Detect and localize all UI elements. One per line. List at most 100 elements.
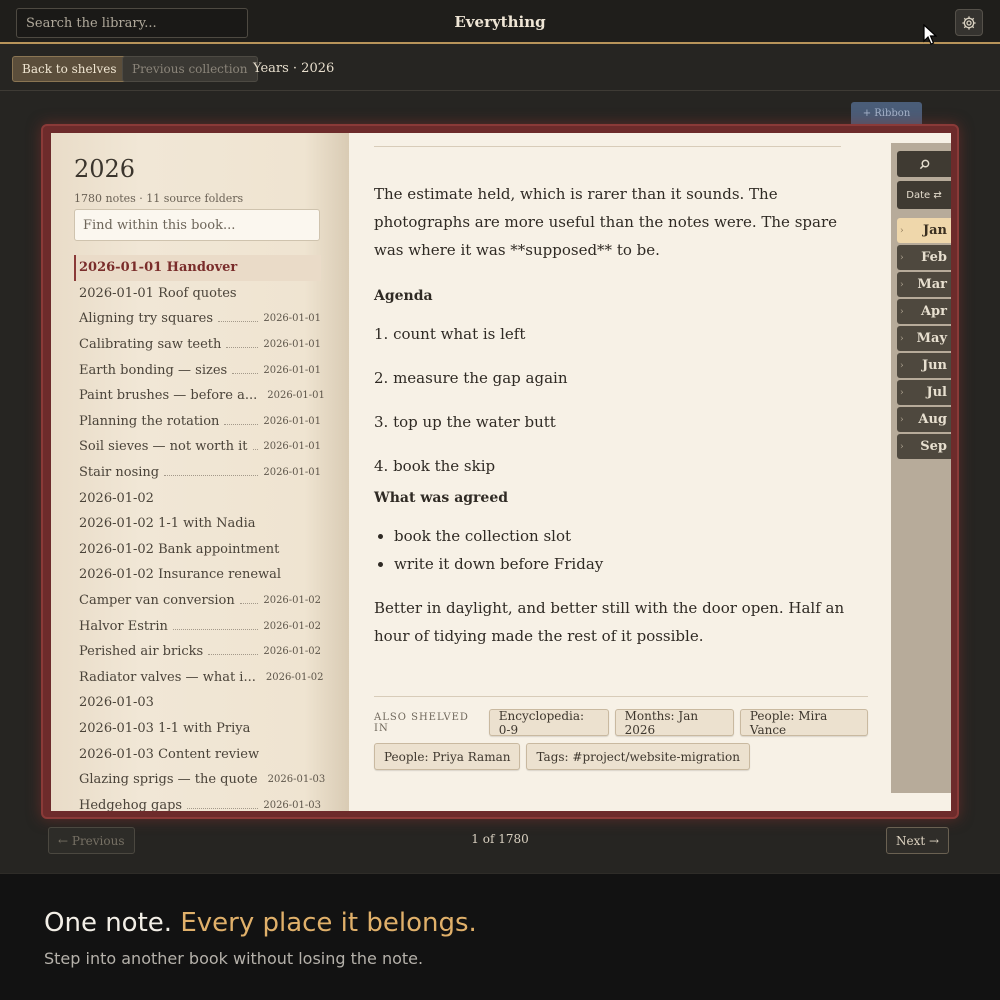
month-tab-label: Jun <box>921 358 947 373</box>
month-tab-jan[interactable]: › Jan <box>897 218 951 243</box>
note-list-item[interactable]: 2026-01-01 Handover <box>74 255 321 281</box>
note-title: Hedgehog gaps <box>79 797 183 811</box>
note-title: Earth bonding — sizes <box>79 362 228 378</box>
note-date: 2026-01-01 <box>267 390 325 402</box>
back-to-shelves-button[interactable]: Back to shelves <box>12 56 127 82</box>
month-tab-mar[interactable]: › Mar <box>897 272 951 297</box>
leader-dots <box>208 654 259 656</box>
note-list-item[interactable]: 2026-01-03 <box>74 690 321 716</box>
find-in-book-input[interactable] <box>74 209 320 241</box>
note-list-item[interactable]: Radiator valves — what i... 2026-01-02 <box>74 665 324 691</box>
shelf-chip[interactable]: Tags: #project/website-migration <box>526 743 750 770</box>
note-list-item[interactable]: Halvor Estrin 2026-01-02 <box>74 613 321 639</box>
note-title: Glazing sprigs — the quote <box>79 772 258 788</box>
leader-dots <box>187 807 259 809</box>
collection-bar: Back to shelves Previous collection Year… <box>0 46 1000 91</box>
note-date: 2026-01-03 <box>263 799 321 811</box>
note-list-item[interactable]: 2026-01-02 Bank appointment <box>74 537 321 563</box>
month-tab-sep[interactable]: › Sep <box>897 434 951 459</box>
leader-dots <box>239 603 259 605</box>
chevron-right-icon: › <box>900 279 904 290</box>
month-tab-aug[interactable]: › Aug <box>897 407 951 432</box>
note-title: 2026-01-03 1-1 with Priya <box>79 720 251 736</box>
note-list-item[interactable]: Aligning try squares 2026-01-01 <box>74 306 321 332</box>
note-list-item[interactable]: Camper van conversion 2026-01-02 <box>74 588 321 614</box>
month-rail: Date ⇄ › Jan › Feb › Mar › Apr › May › Jun › Jul › Aug ›… <box>891 143 951 793</box>
note-list-item[interactable]: 2026-01-03 1-1 with Priya <box>74 716 321 742</box>
agenda-heading: Agenda <box>374 288 433 304</box>
book-left-page: 2026 1780 notes · 11 source folders 2026… <box>51 133 349 811</box>
note-title: Aligning try squares <box>79 311 213 327</box>
note-list-item[interactable]: Planning the rotation 2026-01-01 <box>74 409 321 435</box>
next-note-button[interactable]: Next → <box>886 827 950 854</box>
app-title: Everything <box>454 13 546 31</box>
note-date: 2026-01-01 <box>263 415 321 427</box>
mouse-cursor-icon <box>923 24 937 45</box>
month-tab-jun[interactable]: › Jun <box>897 353 951 378</box>
leader-dots <box>218 321 259 323</box>
note-date: 2026-01-01 <box>263 313 321 325</box>
note-title: 2026-01-02 Insurance renewal <box>79 567 282 583</box>
note-intro: The estimate held, which is rarer than i… <box>374 185 837 259</box>
note-list-item[interactable]: 2026-01-01 Roof quotes <box>74 281 321 307</box>
note-list-item[interactable]: Paint brushes — before a... 2026-01-01 <box>74 383 325 409</box>
note-title: Perished air bricks <box>79 644 204 660</box>
shelf-chip[interactable]: Months: Jan 2026 <box>614 709 734 737</box>
leader-dots <box>172 628 259 630</box>
chevron-right-icon: › <box>900 360 904 371</box>
month-tabs: › Jan › Feb › Mar › Apr › May › Jun › Jul › Aug › Sep <box>897 218 951 461</box>
month-tab-label: Jan <box>922 223 947 238</box>
gear-icon <box>962 15 976 30</box>
promo-subtitle: Step into another book without losing th… <box>44 949 424 968</box>
month-tab-label: Feb <box>921 250 947 265</box>
note-list-item[interactable]: Calibrating saw teeth 2026-01-01 <box>74 332 321 358</box>
chevron-right-icon: › <box>900 333 904 344</box>
note-list-item[interactable]: Stair nosing 2026-01-01 <box>74 460 321 486</box>
date-sort-toggle[interactable]: Date ⇄ <box>897 181 951 209</box>
chevron-right-icon: › <box>900 306 904 317</box>
leader-dots <box>252 449 259 451</box>
note-list-item[interactable]: Perished air bricks 2026-01-02 <box>74 639 321 665</box>
book-meta: 1780 notes · 11 source folders <box>74 192 244 205</box>
shelf-chip[interactable]: People: Priya Raman <box>374 743 521 770</box>
ribbon-tab[interactable]: + Ribbon <box>851 102 922 132</box>
note-date: 2026-01-03 <box>267 774 326 786</box>
note-title: Calibrating saw teeth <box>79 337 222 353</box>
note-title: 2026-01-02 1-1 with Nadia <box>79 516 256 532</box>
leader-dots <box>226 347 259 349</box>
settings-button[interactable] <box>955 9 983 36</box>
shelf-chip[interactable]: Encyclopedia: 0-9 <box>488 709 609 737</box>
note-title: Halvor Estrin <box>79 618 168 634</box>
note-date: 2026-01-01 <box>263 364 321 376</box>
note-list-item[interactable]: 2026-01-03 Content review <box>74 741 321 767</box>
book-title: 2026 <box>74 155 136 183</box>
note-date: 2026-01-02 <box>263 620 321 632</box>
rail-search-button[interactable] <box>897 151 951 177</box>
book: 2026 1780 notes · 11 source folders 2026… <box>41 124 959 819</box>
note-date: 2026-01-02 <box>263 646 321 658</box>
promo-banner: One note. Every place it belongs. Step i… <box>0 873 1000 1000</box>
note-list-item[interactable]: Hedgehog gaps 2026-01-03 <box>74 792 321 811</box>
note-list: 2026-01-01 Handover 2026-01-01 Roof quote… <box>74 255 325 811</box>
agreed-item: write it down before Friday <box>394 550 870 578</box>
note-title: 2026-01-01 Roof quotes <box>79 285 237 301</box>
month-tab-jul[interactable]: › Jul <box>897 380 951 405</box>
note-list-item[interactable]: Soil sieves — not worth it 2026-01-01 <box>74 434 321 460</box>
note-list-item[interactable]: Earth bonding — sizes 2026-01-01 <box>74 357 321 383</box>
month-tab-may[interactable]: › May <box>897 326 951 351</box>
month-tab-feb[interactable]: › Feb <box>897 245 951 270</box>
note-list-item[interactable]: 2026-01-02 <box>74 485 321 511</box>
note-list-item[interactable]: 2026-01-02 1-1 with Nadia <box>74 511 321 537</box>
note-date: 2026-01-01 <box>263 339 321 351</box>
chevron-right-icon: › <box>900 225 904 236</box>
also-shelved-label: ALSO SHELVED IN <box>374 711 469 734</box>
promo-headline: One note. Every place it belongs. <box>44 908 477 938</box>
month-tab-apr[interactable]: › Apr <box>897 299 951 324</box>
note-body: The estimate held, which is rarer than i… <box>374 180 870 650</box>
note-list-item[interactable]: 2026-01-02 Insurance renewal <box>74 562 321 588</box>
leader-dots <box>232 372 259 374</box>
note-date: 2026-01-01 <box>263 467 321 479</box>
previous-collection-button[interactable]: Previous collection <box>122 56 258 82</box>
note-list-item[interactable]: Glazing sprigs — the quote 2026-01-03 <box>74 767 325 793</box>
shelf-chip[interactable]: People: Mira Vance <box>739 709 868 737</box>
